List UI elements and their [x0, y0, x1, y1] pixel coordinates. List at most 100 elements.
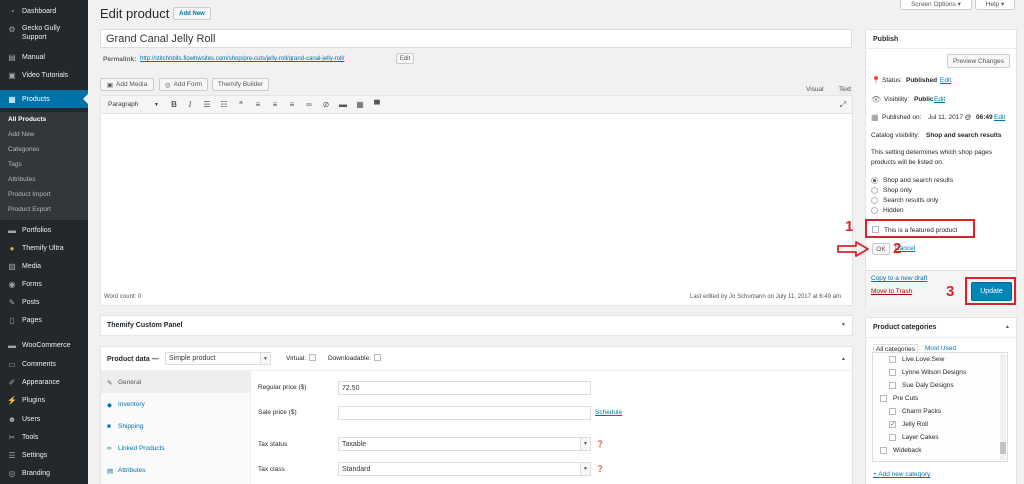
add-media-button[interactable]: ▣ Add Media [100, 78, 154, 91]
sidebar-item-media[interactable]: ▧ Media [0, 257, 88, 275]
radio-shop-and-search[interactable] [871, 177, 878, 184]
screen-options-button[interactable]: Screen Options ▾ [900, 0, 972, 10]
preview-changes-button[interactable]: Preview Changes [947, 54, 1010, 68]
sidebar-item-plugins[interactable]: ⚡ Plugins [0, 391, 88, 409]
category-checkbox[interactable] [889, 408, 896, 415]
panel-toggle-icon[interactable]: ▲ [841, 356, 846, 362]
tab-inventory[interactable]: ◆ Inventory [101, 393, 251, 415]
link-icon[interactable]: ∞ [304, 100, 314, 109]
sidebar-item-users[interactable]: ☻ Users [0, 410, 88, 428]
tab-visual[interactable]: Visual [806, 86, 824, 93]
tab-shipping[interactable]: ■ Shipping [101, 415, 251, 437]
scrollbar-thumb[interactable] [1000, 442, 1006, 454]
sidebar-item-comments[interactable]: ▭ Comments [0, 355, 88, 373]
downloadable-checkbox[interactable] [374, 354, 381, 361]
help-button[interactable]: Help ▾ [975, 0, 1015, 10]
sidebar-item-support[interactable]: ⚙ Gecko Gully Support [0, 20, 88, 48]
sidebar-item-video-tutorials[interactable]: ▣ Video Tutorials [0, 66, 88, 84]
themify-builder-button[interactable]: Themify Builder [212, 78, 269, 91]
submenu-add-new[interactable]: Add New [0, 127, 88, 142]
sidebar-item-posts[interactable]: ✎ Posts [0, 293, 88, 311]
regular-price-input[interactable]: 72.50 [338, 381, 591, 395]
add-new-button[interactable]: Add New [173, 7, 211, 20]
sidebar-item-branding[interactable]: ◎ Branding [0, 464, 88, 482]
tab-linked-products[interactable]: ∞ Linked Products [101, 437, 251, 459]
unlink-icon[interactable]: ⊘ [321, 100, 331, 109]
numbered-list-icon[interactable]: ☷ [219, 100, 229, 109]
sidebar-item-woocommerce[interactable]: ▬ WooCommerce [0, 336, 88, 354]
sidebar-item-appearance[interactable]: ✐ Appearance [0, 373, 88, 391]
sidebar-item-forms[interactable]: ◉ Forms [0, 275, 88, 293]
bulleted-list-icon[interactable]: ☰ [202, 100, 212, 109]
pages-icon: ▯ [9, 315, 15, 325]
submenu-tags[interactable]: Tags [0, 157, 88, 172]
scrollbar[interactable] [1000, 354, 1006, 460]
radio-shop-only[interactable] [871, 187, 878, 194]
permalink-link[interactable]: http://stitchnbits.fiowhwsites.com/shop/… [140, 56, 344, 62]
sidebar-item-tools[interactable]: ✂ Tools [0, 428, 88, 446]
submenu-all-products[interactable]: All Products [0, 112, 88, 127]
tab-general[interactable]: ✎ General [101, 371, 251, 393]
radio-search-only[interactable] [871, 197, 878, 204]
panel-toggle-icon[interactable]: ▲ [1005, 324, 1010, 330]
sidebar-item-manual[interactable]: ▤ Manual [0, 48, 88, 66]
sidebar-item-pages[interactable]: ▯ Pages [0, 311, 88, 329]
sale-price-input[interactable] [338, 406, 591, 420]
publish-box: Publish [865, 29, 1017, 307]
italic-icon[interactable]: I [185, 100, 195, 109]
submenu-categories[interactable]: Categories [0, 142, 88, 157]
read-more-icon[interactable]: ▬ [338, 100, 348, 109]
tab-text[interactable]: Text [837, 85, 853, 94]
sidebar-item-settings[interactable]: ☰ Settings [0, 446, 88, 464]
tab-most-used[interactable]: Most Used [925, 345, 956, 352]
blockquote-icon[interactable]: “ [236, 100, 246, 109]
category-checkbox[interactable] [889, 369, 896, 376]
add-new-category-link[interactable]: + Add new category [873, 471, 930, 478]
move-to-trash-link[interactable]: Move to Trash [871, 288, 912, 295]
submenu-product-export[interactable]: Product Export [0, 202, 88, 217]
help-tip-icon[interactable]: ❓ [596, 465, 604, 473]
category-checkbox[interactable] [889, 382, 896, 389]
submenu-product-import[interactable]: Product Import [0, 187, 88, 202]
panel-toggle-icon[interactable]: ▼ [841, 322, 846, 328]
virtual-checkbox[interactable] [309, 354, 316, 361]
category-label: Jelly Roll [902, 421, 929, 428]
ok-button[interactable]: OK [872, 243, 890, 255]
toolbar-toggle-icon[interactable]: ▀ [372, 100, 382, 109]
themify-custom-panel[interactable]: Themify Custom Panel ▼ [100, 315, 853, 336]
category-checkbox-checked[interactable]: ✓ [889, 421, 896, 428]
sidebar-item-dashboard[interactable]: ◔ Dashboard [0, 2, 88, 20]
published-label: Published on: [882, 114, 922, 121]
add-form-button[interactable]: ◎ Add Form [159, 78, 208, 91]
tab-attributes[interactable]: ▤ Attributes [101, 459, 251, 481]
sidebar-item-portfolios[interactable]: ▬ Portfolios [0, 221, 88, 239]
sidebar-item-themify-ultra[interactable]: ● Themify Ultra [0, 239, 88, 257]
status-edit-link[interactable]: Edit [940, 77, 951, 84]
category-checkbox[interactable] [880, 395, 887, 402]
permalink-label: Permalink: [103, 56, 137, 63]
product-type-select[interactable]: Simple product ▼ [165, 352, 271, 365]
permalink-edit-button[interactable]: Edit [396, 53, 414, 64]
schedule-link[interactable]: Schedule [595, 409, 622, 416]
category-checkbox[interactable] [889, 356, 896, 363]
align-left-icon[interactable]: ≡ [253, 100, 263, 109]
radio-hidden[interactable] [871, 207, 878, 214]
published-edit-link[interactable]: Edit [994, 114, 1005, 121]
help-tip-icon[interactable]: ❓ [596, 440, 604, 448]
post-title-input[interactable]: Grand Canal Jelly Roll [100, 29, 852, 48]
table-icon[interactable]: ▦ [355, 100, 365, 109]
format-select[interactable]: Paragraph ▼ [104, 99, 162, 110]
copy-to-draft-link[interactable]: Copy to a new draft [871, 275, 927, 282]
align-right-icon[interactable]: ≡ [287, 100, 297, 109]
category-checkbox[interactable] [889, 434, 896, 441]
tax-status-select[interactable]: Taxable ▼ [338, 437, 591, 451]
bold-icon[interactable]: B [169, 100, 179, 109]
sidebar-item-products[interactable]: ▦ Products [0, 90, 88, 108]
visibility-edit-link[interactable]: Edit [934, 96, 945, 103]
tax-class-select[interactable]: Standard ▼ [338, 462, 591, 476]
align-center-icon[interactable]: ≡ [270, 100, 280, 109]
category-label: Layer Cakes [902, 434, 939, 441]
submenu-attributes[interactable]: Attributes [0, 172, 88, 187]
category-checkbox[interactable] [880, 447, 887, 454]
fullscreen-icon[interactable]: ⤢ [838, 100, 848, 110]
